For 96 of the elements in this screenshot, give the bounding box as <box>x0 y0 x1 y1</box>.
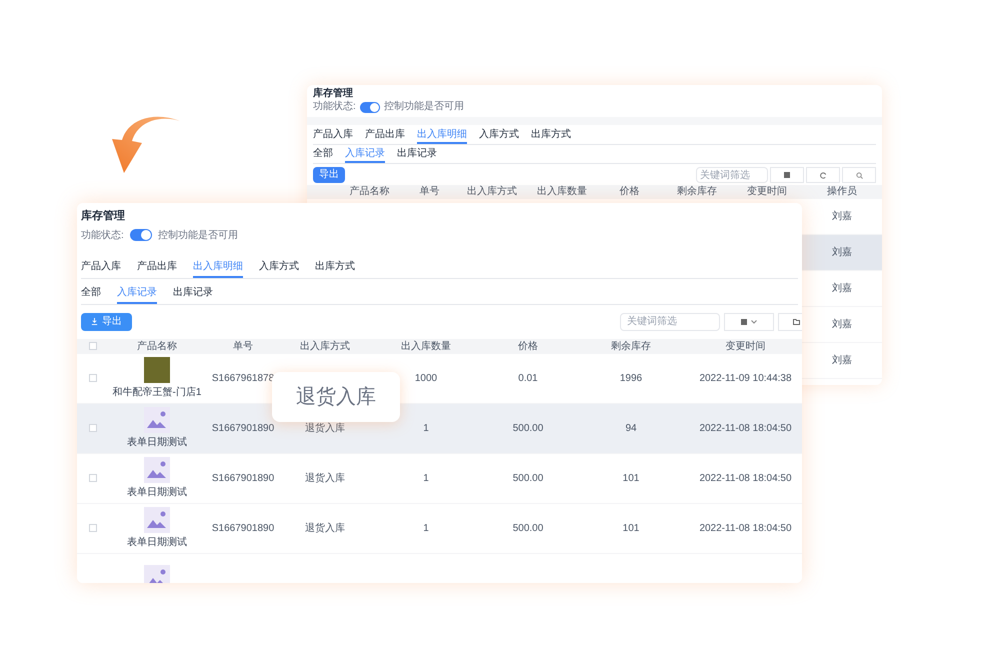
table-cell-text: 0.01 <box>517 372 539 386</box>
table-cell-text: 2022-11-08 18:04:50 <box>698 522 793 536</box>
image-placeholder-icon <box>144 456 170 482</box>
table-cell: 刘嘉 <box>802 199 882 235</box>
column-header: 出入库方式 <box>466 186 518 198</box>
product-name: 表单日期测试 <box>127 486 187 500</box>
column-header: 价格 <box>618 186 640 198</box>
table-cell: 刘嘉 <box>802 235 882 271</box>
row-checkbox[interactable] <box>89 424 97 432</box>
table-cell-text: 2022-11-08 18:04:50 <box>698 472 793 486</box>
table-cell: 刘嘉 <box>802 271 882 307</box>
tab[interactable]: 产品入库 <box>313 129 353 144</box>
status-label: 功能状态: <box>313 101 356 113</box>
search-field[interactable]: 关键词筛选 <box>620 312 720 330</box>
row-checkbox[interactable] <box>89 524 97 532</box>
download-icon <box>91 318 98 325</box>
table-cell-text: 1 <box>422 472 430 486</box>
grid-icon <box>784 172 790 178</box>
product-name: 表单日期测试 <box>127 436 187 450</box>
status-label: 功能状态: <box>81 228 124 242</box>
toggle-switch[interactable] <box>130 229 152 241</box>
table-cell-text: 退货入库 <box>304 422 346 436</box>
tab[interactable]: 出库方式 <box>315 260 355 278</box>
tab[interactable]: 全部 <box>313 148 333 163</box>
toggle-hint: 控制功能是否可用 <box>384 101 464 113</box>
table-cell-text: 500.00 <box>512 422 544 436</box>
tab[interactable]: 产品出库 <box>365 129 405 144</box>
search-icon <box>856 172 862 178</box>
table-cell-text: 2022-11-09 10:44:38 <box>698 372 793 386</box>
toggle-switch[interactable] <box>360 102 380 112</box>
table-cell-text: 94 <box>624 422 638 436</box>
table-cell-text: 退货入库 <box>304 472 346 486</box>
table-cell-text: 1 <box>422 422 430 436</box>
table-cell-text: 1 <box>422 522 430 536</box>
curved-arrow-icon <box>110 115 182 175</box>
tab[interactable]: 全部 <box>81 286 101 304</box>
callout-label: 退货入库 <box>272 372 400 422</box>
table-cell-text: 500.00 <box>512 522 544 536</box>
tab[interactable]: 产品出库 <box>137 260 177 278</box>
column-header: 剩余库存 <box>610 340 652 354</box>
column-header: 出入库数量 <box>400 340 452 354</box>
tab[interactable]: 出入库明细 <box>193 260 243 278</box>
tab[interactable]: 出入库明细 <box>417 129 467 144</box>
page-title: 库存管理 <box>81 208 126 224</box>
column-header: 操作员 <box>826 186 858 198</box>
table-row[interactable]: 表单日期测试 S1667901890 退货入库 1 500.00 101 2022-11-08 18:04:50 <box>77 454 802 504</box>
search-field[interactable]: 关键词筛选 <box>696 167 768 183</box>
table-cell-text: 2022-11-08 18:04:50 <box>698 422 793 436</box>
row-checkbox[interactable] <box>89 474 97 482</box>
table-cell-text: 1996 <box>618 372 644 386</box>
refresh-icon <box>820 172 826 178</box>
grid-icon <box>741 318 747 324</box>
table-cell-text: 退货入库 <box>304 522 346 536</box>
tab[interactable]: 入库方式 <box>259 260 299 278</box>
tab[interactable]: 出库方式 <box>531 129 571 144</box>
select-all-checkbox[interactable] <box>89 342 97 350</box>
folder-icon <box>793 318 800 324</box>
search-button[interactable] <box>842 167 876 183</box>
export-button[interactable]: 导出 <box>313 167 345 183</box>
table-cell-text: S1667901890 <box>210 522 276 536</box>
table-cell: 刘嘉 <box>802 307 882 343</box>
table-cell-text: S1667901890 <box>210 472 276 486</box>
toggle-hint: 控制功能是否可用 <box>158 228 238 242</box>
image-placeholder-icon <box>144 506 170 532</box>
table-row[interactable]: 表单日期测试 S1667901890 退货入库 1 500.00 101 2022-11-08 18:04:50 <box>77 504 802 554</box>
table-cell-text: S1667901890 <box>210 422 276 436</box>
product-name: 表单日期测试 <box>127 536 187 550</box>
column-header: 变更时间 <box>724 340 766 354</box>
column-header: 价格 <box>517 340 539 354</box>
column-header: 产品名称 <box>136 340 178 354</box>
column-header: 出入库方式 <box>299 340 351 354</box>
column-header: 产品名称 <box>348 186 390 198</box>
table-cell-text: 1000 <box>414 372 438 386</box>
tab[interactable]: 入库记录 <box>345 148 385 163</box>
tab[interactable]: 入库记录 <box>117 286 157 304</box>
tab[interactable]: 出库记录 <box>173 286 213 304</box>
tab[interactable]: 入库方式 <box>479 129 519 144</box>
row-checkbox[interactable] <box>89 374 97 382</box>
grid-dropdown-button[interactable] <box>770 167 804 183</box>
column-header: 单号 <box>232 340 254 354</box>
tab[interactable]: 产品入库 <box>81 260 121 278</box>
image-placeholder-icon <box>144 406 170 432</box>
column-header: 剩余库存 <box>676 186 718 198</box>
caret-icon <box>751 320 757 324</box>
product-name: 和牛配帝王蟹-门店1 <box>112 386 202 400</box>
grid-dropdown-button[interactable] <box>724 312 774 330</box>
table-cell-text: 101 <box>622 472 640 486</box>
column-header: 变更时间 <box>746 186 788 198</box>
table-cell: 刘嘉 <box>802 343 882 379</box>
page-title: 库存管理 <box>313 88 354 100</box>
column-header: 单号 <box>418 186 440 198</box>
table-cell-text: 500.00 <box>512 472 544 486</box>
tab[interactable]: 出库记录 <box>397 148 437 163</box>
photo-placeholder <box>144 356 170 382</box>
column-header: 出入库数量 <box>536 186 588 198</box>
table-cell-text: 101 <box>622 522 640 536</box>
